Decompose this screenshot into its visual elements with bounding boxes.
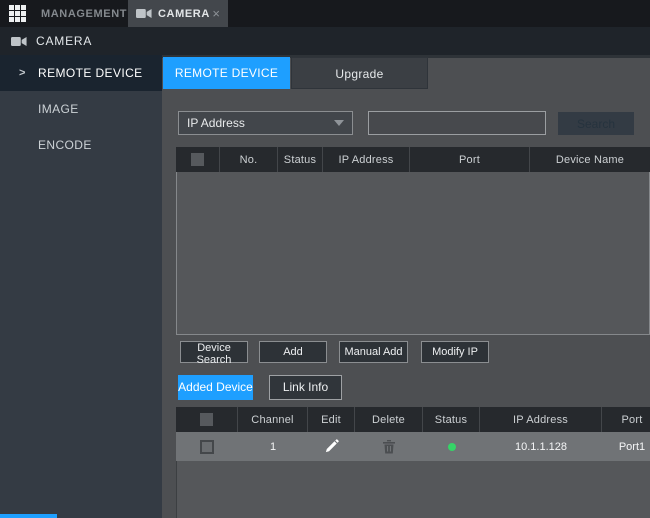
sidebar-item-image[interactable]: IMAGE (0, 91, 162, 127)
header-checkbox-cell (176, 147, 220, 172)
tab-upgrade[interactable]: Upgrade (291, 57, 428, 89)
sidebar-item-label: REMOTE DEVICE (38, 66, 143, 80)
tab-link-info[interactable]: Link Info (269, 375, 342, 400)
ip-address-cell: 10.1.1.128 (480, 432, 602, 461)
chevron-right-icon: > (19, 67, 26, 79)
added-table-header: Channel Edit Delete Status IP Address Po… (176, 407, 650, 432)
col-ip-address: IP Address (323, 147, 410, 172)
device-table-header: No. Status IP Address Port Device Name (176, 147, 650, 172)
col-delete: Delete (355, 407, 423, 432)
table-row: 1 10.1.1.128 Port1 (176, 432, 650, 461)
status-cell (423, 432, 480, 461)
bottom-accent-bar (0, 514, 57, 518)
close-tab-icon[interactable]: × (212, 7, 220, 20)
manual-add-button[interactable]: Manual Add (339, 341, 408, 363)
added-table-empty-area (176, 461, 650, 518)
sidebar-item-label: IMAGE (38, 102, 79, 116)
col-edit: Edit (308, 407, 355, 432)
select-all-checkbox[interactable] (200, 413, 213, 426)
edit-cell (308, 432, 355, 461)
col-port: Port (602, 407, 650, 432)
page-title: CAMERA (36, 34, 92, 48)
delete-cell (355, 432, 423, 461)
col-ip-address: IP Address (480, 407, 602, 432)
search-button[interactable]: Search (558, 112, 634, 135)
modify-ip-button[interactable]: Modify IP (421, 341, 489, 363)
status-online-dot (448, 443, 456, 451)
col-channel: Channel (238, 407, 308, 432)
tab-added-device[interactable]: Added Device (178, 375, 253, 400)
add-button[interactable]: Add (259, 341, 327, 363)
camera-tab-label: CAMERA (158, 8, 210, 20)
edit-pencil-icon[interactable] (324, 439, 339, 454)
search-filter-dropdown[interactable]: IP Address (178, 111, 353, 135)
col-port: Port (410, 147, 530, 172)
row-checkbox-cell (176, 432, 238, 461)
sidebar-item-encode[interactable]: ENCODE (0, 127, 162, 163)
search-input[interactable] (368, 111, 546, 135)
delete-trash-icon[interactable] (382, 439, 396, 454)
device-search-table: No. Status IP Address Port Device Name (176, 147, 650, 335)
sidebar-item-remote-device[interactable]: > REMOTE DEVICE (0, 55, 162, 91)
chevron-down-icon (334, 120, 344, 126)
col-device-name: Device Name (530, 147, 650, 172)
port-cell: Port1 (602, 432, 650, 461)
channel-cell: 1 (238, 432, 308, 461)
sidebar-item-label: ENCODE (38, 138, 92, 152)
management-tab[interactable]: MANAGEMENT (41, 8, 127, 20)
col-status: Status (423, 407, 480, 432)
sidebar: > REMOTE DEVICE IMAGE ENCODE (0, 55, 162, 518)
select-all-checkbox[interactable] (191, 153, 204, 166)
video-camera-icon (136, 8, 152, 19)
row-checkbox[interactable] (200, 440, 214, 454)
page-header: CAMERA (0, 27, 650, 55)
top-bar: MANAGEMENT CAMERA × (0, 0, 650, 27)
device-search-button[interactable]: Device Search (180, 341, 248, 363)
video-camera-icon (11, 36, 27, 47)
device-table-empty-body (176, 172, 650, 335)
col-no: No. (220, 147, 278, 172)
col-status: Status (278, 147, 323, 172)
filter-selected-value: IP Address (187, 116, 245, 130)
apps-grid-icon[interactable] (9, 5, 26, 22)
camera-window-tab[interactable]: CAMERA × (128, 0, 228, 27)
tab-remote-device[interactable]: REMOTE DEVICE (163, 57, 290, 89)
added-device-table: Channel Edit Delete Status IP Address Po… (176, 407, 650, 518)
main-panel: REMOTE DEVICE Upgrade IP Address Search … (162, 55, 650, 518)
header-checkbox-cell (176, 407, 238, 432)
